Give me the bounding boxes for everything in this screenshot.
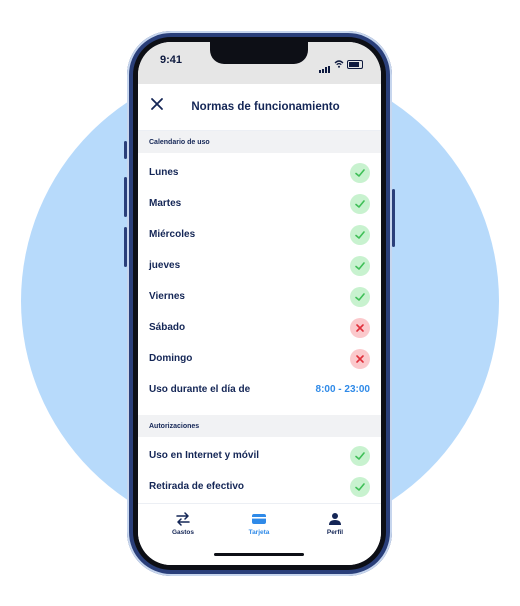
day-label: Domingo	[149, 353, 193, 364]
section-header-calendar: Calendario de uso	[138, 131, 381, 153]
tab-label: Gastos	[171, 529, 195, 536]
close-icon[interactable]	[149, 96, 165, 112]
notch	[210, 42, 308, 64]
battery-icon	[347, 59, 363, 69]
screen-header: Normas de funcionamiento	[138, 84, 381, 131]
tab-bar: Gastos Tarjeta Perfil	[138, 503, 381, 565]
cross-icon	[350, 348, 370, 369]
day-row-sabado: Sábado	[138, 312, 381, 343]
page-title: Normas de funcionamiento	[191, 101, 340, 113]
home-indicator	[214, 553, 304, 556]
status-bar: 9:41	[138, 42, 381, 84]
check-icon	[350, 224, 370, 245]
phone-frame: 9:41 Normas de funcionamiento Calendario…	[124, 31, 395, 576]
day-label: Miércoles	[149, 229, 196, 240]
day-row-lunes: Lunes	[138, 157, 381, 188]
tab-label: Perfil	[326, 529, 344, 536]
check-icon	[350, 286, 370, 307]
day-label: Sábado	[149, 322, 186, 333]
wifi-icon	[334, 60, 344, 68]
day-label: Lunes	[149, 167, 179, 178]
auth-row-internet: Uso en Internet y móvil	[138, 440, 381, 471]
cross-icon	[350, 317, 370, 338]
power-button	[392, 189, 395, 247]
auth-row-cash: Retirada de efectivo	[138, 471, 381, 502]
usage-hours-row: Uso durante el día de 8:00 - 23:00	[138, 374, 381, 405]
check-icon	[350, 445, 370, 466]
day-label: Viernes	[149, 291, 185, 302]
signal-icon	[319, 55, 331, 73]
check-icon	[350, 162, 370, 183]
day-row-jueves: jueves	[138, 250, 381, 281]
volume-up-button	[124, 177, 127, 217]
tab-perfil[interactable]: Perfil	[305, 512, 365, 536]
arrows-icon	[176, 512, 190, 526]
auth-label: Uso en Internet y móvil	[149, 450, 260, 461]
status-time: 9:41	[160, 54, 183, 66]
section-header-authorizations: Autorizaciones	[138, 415, 381, 437]
tab-tarjeta[interactable]: Tarjeta	[229, 512, 289, 536]
usage-hours-value: 8:00 - 23:00	[315, 384, 370, 395]
volume-down-button	[124, 227, 127, 267]
day-row-viernes: Viernes	[138, 281, 381, 312]
day-row-domingo: Domingo	[138, 343, 381, 374]
tab-gastos[interactable]: Gastos	[153, 512, 213, 536]
mute-switch	[124, 141, 127, 159]
auth-label: Retirada de efectivo	[149, 481, 245, 492]
check-icon	[350, 255, 370, 276]
day-label: jueves	[149, 260, 181, 271]
day-row-miercoles: Miércoles	[138, 219, 381, 250]
day-label: Martes	[149, 198, 182, 209]
system-icons	[319, 55, 363, 73]
check-icon	[350, 193, 370, 214]
phone-bezel: 9:41 Normas de funcionamiento Calendario…	[133, 37, 386, 570]
check-icon	[350, 476, 370, 497]
tab-label: Tarjeta	[248, 529, 270, 536]
usage-hours-label: Uso durante el día de	[149, 384, 251, 395]
card-icon	[252, 514, 266, 524]
day-row-martes: Martes	[138, 188, 381, 219]
phone-screen: 9:41 Normas de funcionamiento Calendario…	[138, 42, 381, 565]
person-icon	[329, 513, 341, 525]
